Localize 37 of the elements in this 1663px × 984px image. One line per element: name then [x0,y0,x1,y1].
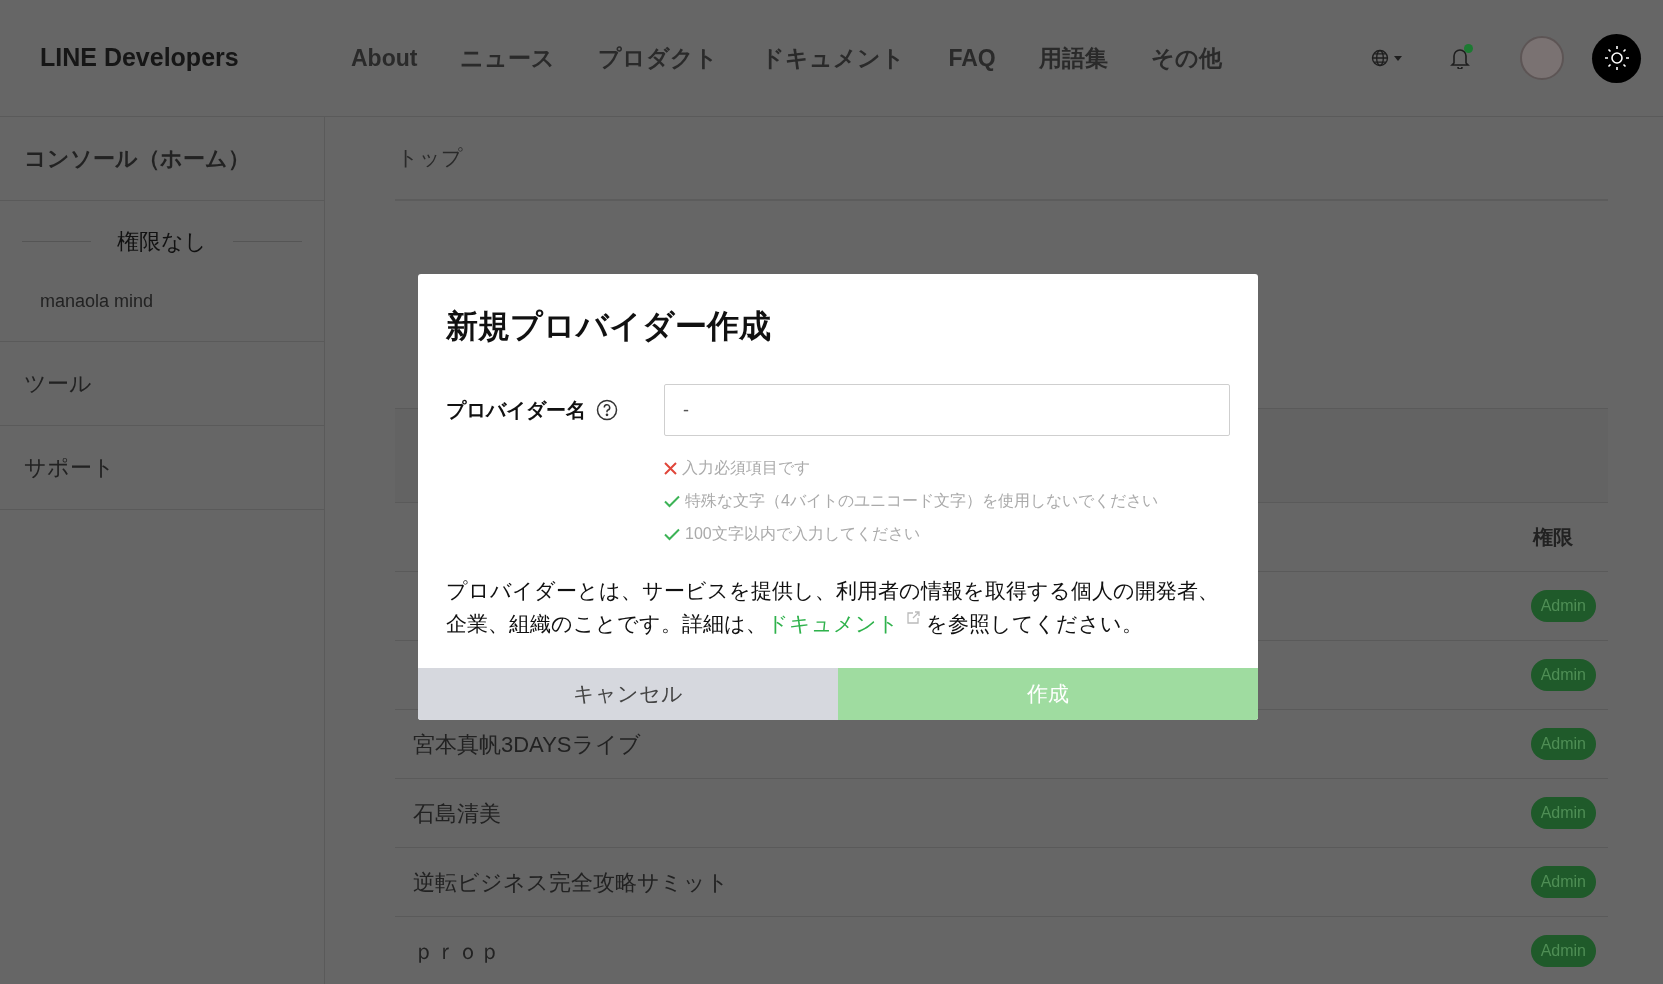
bell-icon [1450,47,1470,69]
nav-link[interactable]: 用語集 [1038,40,1108,76]
caret-icon [1394,55,1402,61]
notification-button[interactable] [1450,47,1470,69]
nav-link[interactable]: About [351,40,418,76]
nav-link[interactable]: FAQ [948,40,996,76]
validation-message: 100文字以内で入力してください [685,524,920,544]
provider-link[interactable]: manaola mind [0,288,324,315]
field-label: プロバイダー名 [446,398,586,423]
provider-name[interactable]: ｐｒｏｐ [413,934,501,968]
dialog-title: 新規プロバイダー作成 [446,307,772,346]
sun-icon [1603,45,1630,71]
globe-icon [1370,48,1390,68]
language-button[interactable] [1370,48,1402,68]
sidebar-link[interactable]: ツール [24,367,92,400]
help-icon[interactable] [596,399,618,421]
dialog-description: プロバイダーとは、サービスを提供し、利用者の情報を取得する個人の開発者、企業、組織のことです。詳細は、ドキュメント を参照してください。 [446,578,1220,637]
section-heading: 権限なし [117,228,207,256]
validation-message: 入力必須項目です [682,458,810,478]
external-link-icon [907,611,920,624]
nav-link[interactable]: その他 [1150,40,1222,76]
site-logo[interactable]: LINE Developers [40,39,351,77]
provider-name-input[interactable]: - [664,384,1230,436]
nav-link[interactable]: プロダクト [598,40,719,76]
provider-name[interactable]: 石島清美 [413,796,501,830]
documentation-link[interactable]: ドキュメント [767,612,920,635]
column-header: 権限 [1533,525,1573,550]
sidebar-link[interactable]: サポート [24,451,115,484]
theme-toggle-button[interactable] [1592,33,1641,83]
nav-link[interactable]: ドキュメント [761,40,906,76]
cancel-button[interactable]: キャンセル [418,668,838,720]
sidebar-link[interactable]: コンソール（ホーム） [24,142,250,175]
breadcrumb-link[interactable]: トップ [397,142,463,174]
validation-message: 特殊な文字（4バイトのユニコード文字）を使用しないでください [685,491,1158,511]
provider-name[interactable]: 宮本真帆3DAYSライブ [413,727,641,761]
provider-name[interactable]: 逆転ビジネス完全攻略サミット [413,865,729,899]
nav-link[interactable]: ニュース [460,40,556,76]
